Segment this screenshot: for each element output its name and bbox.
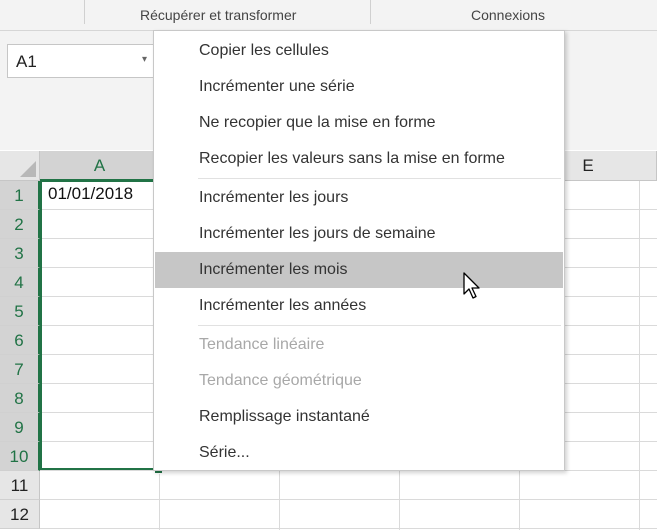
mouse-pointer-icon	[463, 272, 480, 299]
name-box-value: A1	[16, 52, 37, 71]
group-separator	[84, 0, 85, 24]
column-header-a[interactable]: A	[40, 151, 160, 181]
group-separator	[370, 0, 371, 24]
menu-separator	[198, 178, 561, 179]
menu-item-flash-fill[interactable]: Remplissage instantané	[155, 399, 563, 435]
row-header-4[interactable]: 4	[0, 268, 40, 297]
group-label-connections: Connexions	[471, 7, 545, 23]
menu-separator	[198, 325, 561, 326]
menu-item-fill-without-formatting[interactable]: Recopier les valeurs sans la mise en for…	[155, 141, 563, 177]
row-header-8[interactable]: 8	[0, 384, 40, 413]
selection-range	[40, 180, 160, 470]
ribbon-group-bar: Récupérer et transformer Connexions	[0, 0, 657, 31]
row-header-2[interactable]: 2	[0, 210, 40, 239]
group-label-get-transform: Récupérer et transformer	[140, 7, 297, 23]
row-header-6[interactable]: 6	[0, 326, 40, 355]
menu-item-fill-weekdays[interactable]: Incrémenter les jours de semaine	[155, 216, 563, 252]
row-header-9[interactable]: 9	[0, 413, 40, 442]
row-header-5[interactable]: 5	[0, 297, 40, 326]
row-header-11[interactable]: 11	[0, 471, 40, 500]
menu-item-fill-months[interactable]: Incrémenter les mois	[155, 252, 563, 288]
row-header-10[interactable]: 10	[0, 442, 40, 471]
menu-item-fill-formatting-only[interactable]: Ne recopier que la mise en forme	[155, 105, 563, 141]
menu-item-series[interactable]: Série...	[155, 435, 563, 471]
triangle-icon	[20, 161, 36, 177]
menu-item-fill-series[interactable]: Incrémenter une série	[155, 69, 563, 105]
menu-item-fill-years[interactable]: Incrémenter les années	[155, 288, 563, 324]
row-header-1[interactable]: 1	[0, 181, 40, 210]
menu-item-fill-days[interactable]: Incrémenter les jours	[155, 180, 563, 216]
menu-item-linear-trend: Tendance linéaire	[199, 336, 325, 353]
autofill-options-menu: Copier les cellules Incrémenter une séri…	[153, 30, 565, 471]
select-all-corner[interactable]	[0, 151, 40, 181]
row-header-3[interactable]: 3	[0, 239, 40, 268]
row-header-12[interactable]: 12	[0, 500, 40, 529]
row-header-7[interactable]: 7	[0, 355, 40, 384]
menu-item-growth-trend: Tendance géométrique	[199, 372, 362, 389]
menu-item-copy-cells[interactable]: Copier les cellules	[155, 33, 563, 69]
chevron-down-icon[interactable]: ▾	[142, 54, 147, 65]
name-box[interactable]: A1 ▾	[7, 44, 157, 78]
